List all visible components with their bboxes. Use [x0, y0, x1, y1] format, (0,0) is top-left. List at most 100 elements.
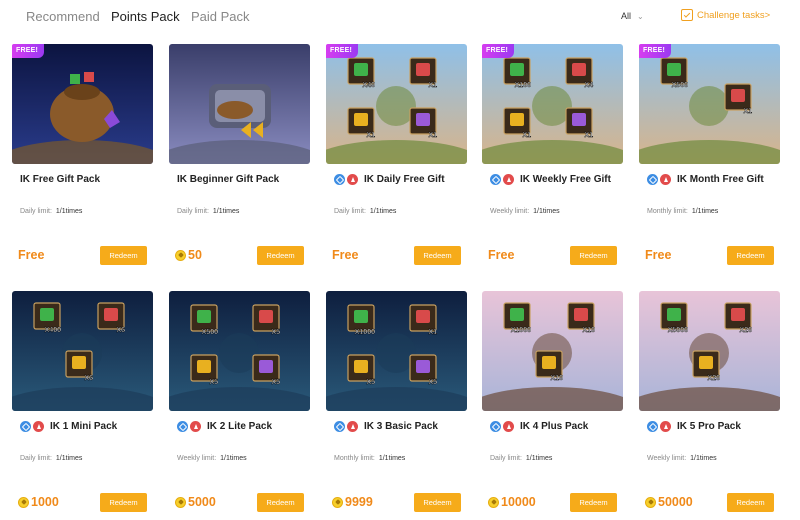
free-badge: FREE! [639, 44, 671, 58]
price-value: 50000 [658, 495, 693, 509]
reward-quantity: X5 [366, 379, 375, 386]
reward-item: X5 [252, 354, 280, 386]
reward-quantity: X1 [428, 132, 437, 139]
reward-quantity: X5 [428, 379, 437, 386]
reward-quantity: X10 [583, 327, 596, 334]
pack-title: IK Free Gift Pack [20, 174, 101, 185]
reward-quantity: X1 [428, 82, 437, 89]
reward-item: X500 [660, 57, 688, 89]
redeem-button[interactable]: Redeem [257, 493, 304, 512]
blue-platform-icon [334, 174, 345, 185]
pack-price: Free [645, 248, 671, 262]
limit-label: Weekly limit: [490, 208, 530, 215]
redeem-button[interactable]: Redeem [414, 493, 461, 512]
reward-item: X1 [724, 83, 752, 115]
redeem-limit: Monthly limit: 1/1times [334, 455, 405, 462]
pack-price: Free [332, 248, 358, 262]
pack-title: IK Beginner Gift Pack [177, 174, 280, 185]
pack-price: 5000 [175, 495, 216, 509]
pack-title-row: IK Month Free Gift [647, 174, 764, 185]
pack-title-row: IK 4 Plus Pack [490, 421, 588, 432]
pack-title-row: IK Weekly Free Gift [490, 174, 611, 185]
redeem-limit: Monthly limit: 1/1times [647, 208, 718, 215]
reward-quantity: X6 [84, 375, 93, 382]
redeem-button[interactable]: Redeem [414, 246, 461, 265]
red-platform-icon [33, 421, 44, 432]
blue-platform-icon [647, 421, 658, 432]
price-value: 10000 [501, 495, 536, 509]
tab-paid-pack[interactable]: Paid Pack [191, 9, 250, 24]
redeem-button[interactable]: Redeem [727, 493, 774, 512]
red-platform-icon [503, 421, 514, 432]
reward-item: X100 [503, 57, 531, 89]
pack-title: IK Daily Free Gift [364, 174, 445, 185]
limit-label: Daily limit: [490, 455, 522, 462]
reward-item: X5 [409, 354, 437, 386]
redeem-button[interactable]: Redeem [570, 246, 617, 265]
pack-title: IK 4 Plus Pack [520, 421, 589, 432]
pack-title-row: IK Beginner Gift Pack [177, 174, 279, 185]
reward-quantity: X20 [740, 327, 753, 334]
limit-label: Weekly limit: [177, 455, 217, 462]
points-coin-icon [645, 496, 656, 508]
platform-icons [647, 174, 671, 185]
redeem-button[interactable]: Redeem [727, 246, 774, 265]
task-check-icon [681, 9, 693, 21]
reward-item: X5000 [660, 302, 688, 334]
pack-title-row: IK 2 Lite Pack [177, 421, 272, 432]
reward-quantity: X5 [209, 379, 218, 386]
redeem-limit: Weekly limit: 1/1times [647, 455, 717, 462]
price-value: 50 [188, 248, 202, 262]
pack-title: IK 3 Basic Pack [364, 421, 438, 432]
price-value: Free [488, 248, 515, 262]
price-value: Free [332, 248, 359, 262]
pack-title-row: IK 5 Pro Pack [647, 421, 741, 432]
tab-recommend[interactable]: Recommend [26, 9, 100, 24]
reward-quantity: X10 [551, 375, 564, 382]
redeem-button[interactable]: Redeem [100, 246, 147, 265]
points-coin-icon [175, 249, 186, 261]
redeem-limit: Daily limit: 1/1times [490, 455, 552, 462]
red-platform-icon [190, 421, 201, 432]
price-value: 9999 [345, 495, 373, 509]
platform-icons [490, 174, 514, 185]
reward-item: X40 [347, 57, 375, 89]
pack-price: 10000 [488, 495, 536, 509]
reward-item: X10 [535, 350, 564, 382]
reward-item: X1 [565, 107, 593, 139]
blue-platform-icon [334, 421, 345, 432]
limit-value: 1/1times [369, 208, 397, 215]
platform-icons [177, 421, 201, 432]
filter-select[interactable]: All ⌄ [621, 11, 644, 21]
reward-quantity: X6 [116, 327, 125, 334]
pack-card: X400 X6 X6 IK 1 Mini Pack Daily limit: 1/1tim… [12, 291, 153, 520]
redeem-button[interactable]: Redeem [100, 493, 147, 512]
pack-image [12, 44, 153, 164]
reward-item: X1 [409, 304, 437, 336]
redeem-button[interactable]: Redeem [257, 246, 304, 265]
reward-quantity: X500 [672, 82, 688, 89]
pack-price: 1000 [18, 495, 59, 509]
reward-item: X5 [190, 354, 218, 386]
top-bar: Recommend Points Pack Paid Pack All ⌄ Cha… [0, 0, 800, 32]
redeem-button[interactable]: Redeem [570, 493, 617, 512]
pack-image [169, 44, 310, 164]
limit-label: Weekly limit: [647, 455, 687, 462]
limit-value: 1/1times [378, 455, 406, 462]
reward-quantity: X1 [522, 132, 531, 139]
limit-value: 1/1times [212, 208, 240, 215]
pack-card: FREE! IK Free Gift Pack Daily limit: 1/1tim… [12, 44, 153, 276]
pack-image: X1000 X10 X10 [482, 291, 623, 411]
reward-item: X1000 [503, 302, 531, 334]
challenge-tasks-link[interactable]: Challenge tasks> [681, 9, 770, 21]
reward-quantity: X1000 [511, 327, 531, 334]
tab-points-pack[interactable]: Points Pack [111, 9, 180, 24]
redeem-limit: Daily limit: 1/1times [334, 208, 396, 215]
red-platform-icon [660, 421, 671, 432]
price-value: 1000 [31, 495, 59, 509]
pack-image: X40 X1 X1 X1 [326, 44, 467, 164]
free-badge: FREE! [482, 44, 514, 58]
pack-image: X500 X1 [639, 44, 780, 164]
price-value: Free [18, 248, 45, 262]
pack-price: Free [18, 248, 44, 262]
